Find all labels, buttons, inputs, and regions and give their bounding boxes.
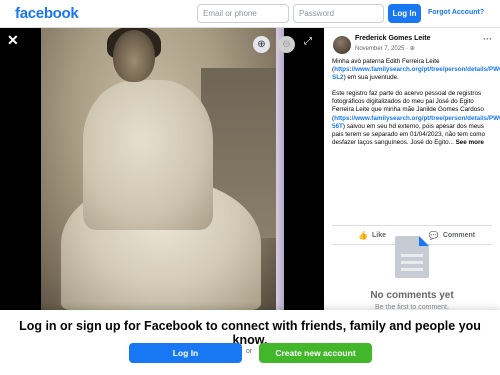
or-separator: or (246, 348, 253, 355)
fullscreen-icon[interactable]: ⤢ (304, 36, 312, 47)
see-more-link[interactable]: See more (456, 139, 484, 146)
top-bar: facebook Email or phone Password Log In … (0, 0, 500, 28)
header-login-button[interactable]: Log In (388, 4, 421, 23)
password-field[interactable]: Password (293, 4, 384, 23)
thumbs-up-icon: 👍 (358, 230, 368, 240)
no-comments-heading: No comments yet (370, 290, 454, 301)
photo-viewer: ✕ ⊕ ⊖ ⤢ (0, 28, 324, 310)
email-field[interactable]: Email or phone (197, 4, 289, 23)
globe-icon: ⊕ (409, 46, 415, 52)
forgot-account-link[interactable]: Forgot Account? (428, 9, 484, 16)
post-text: Minha avó paterna Edith Ferreira Leite (… (332, 58, 500, 155)
create-account-button[interactable]: Create new account (259, 343, 372, 363)
post-author[interactable]: Frederick Gomes Leite (355, 35, 430, 42)
document-icon (395, 236, 429, 278)
zoom-in-icon[interactable]: ⊕ (253, 36, 270, 53)
more-options-icon[interactable]: ··· (483, 34, 492, 44)
signup-prompt: Log in or sign up for Facebook to connec… (19, 319, 481, 347)
post-sidebar: Frederick Gomes Leite November 7, 2025 ·… (324, 28, 500, 311)
close-icon[interactable]: ✕ (7, 32, 19, 49)
login-button[interactable]: Log In (129, 343, 242, 363)
avatar[interactable] (333, 36, 351, 54)
signup-banner: Log in or sign up for Facebook to connec… (0, 310, 500, 375)
post-date[interactable]: November 7, 2025 · ⊕ (355, 45, 415, 52)
post-photo (41, 28, 281, 310)
facebook-logo[interactable]: facebook (15, 5, 79, 22)
zoom-out-icon[interactable]: ⊖ (278, 36, 295, 53)
